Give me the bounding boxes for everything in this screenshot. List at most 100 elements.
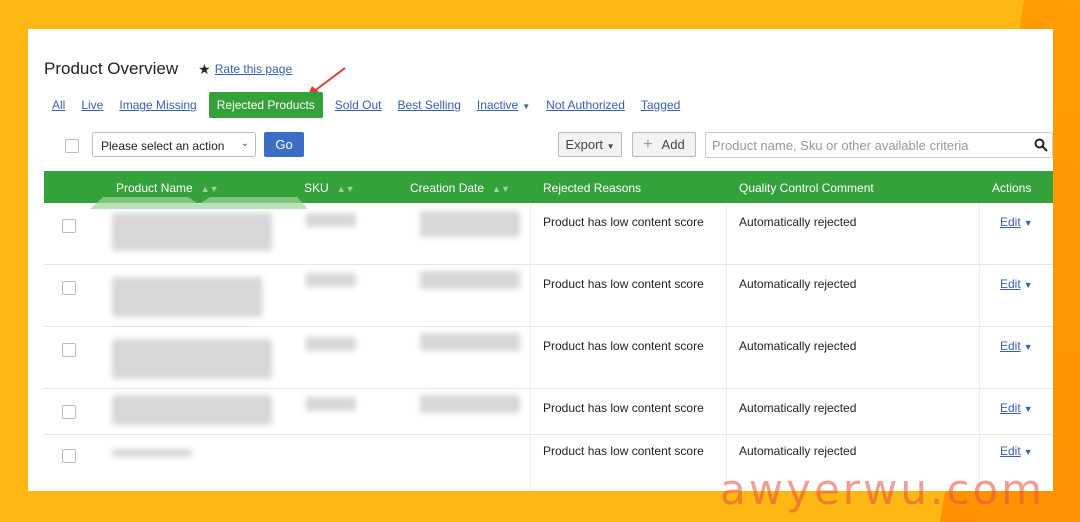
filter-tabs: All Live Image Missing Rejected Products…	[44, 92, 688, 118]
table-header: Product Name ▲▼ SKU ▲▼ Creation Date ▲▼ Rej…	[44, 171, 1053, 203]
divider	[530, 435, 531, 491]
edit-link[interactable]: Edit	[1000, 339, 1021, 353]
divider	[530, 389, 531, 434]
row-checkbox[interactable]	[62, 219, 76, 233]
tab-image-missing[interactable]: Image Missing	[119, 98, 196, 112]
column-creation-date[interactable]: Creation Date ▲▼	[410, 181, 510, 195]
blurred-product-name	[112, 449, 192, 457]
caret-down-icon[interactable]: ▼	[1024, 280, 1033, 290]
qc-comment: Automatically rejected	[739, 401, 857, 415]
edit-action[interactable]: Edit ▼	[1000, 277, 1033, 291]
divider	[530, 203, 531, 264]
column-sku[interactable]: SKU ▲▼	[304, 181, 355, 195]
edit-action[interactable]: Edit ▼	[1000, 339, 1033, 353]
divider	[530, 327, 531, 388]
edit-link[interactable]: Edit	[1000, 444, 1021, 458]
tab-sold-out[interactable]: Sold Out	[335, 98, 382, 112]
caret-down-icon[interactable]: ▼	[1024, 447, 1033, 457]
chevron-down-icon: ⌄	[240, 138, 249, 149]
rejected-reason: Product has low content score	[543, 444, 704, 458]
tab-rejected-products[interactable]: Rejected Products	[208, 92, 323, 118]
search-placeholder: Product name, Sku or other available cri…	[712, 138, 969, 153]
blurred-creation-date	[420, 395, 520, 413]
toolbar: Please select an action ⌄ Go Export ▼ + …	[28, 132, 1053, 160]
divider	[726, 265, 727, 326]
rate-page-link[interactable]: Rate this page	[215, 62, 292, 76]
qc-comment: Automatically rejected	[739, 215, 857, 229]
search-input[interactable]: Product name, Sku or other available cri…	[705, 132, 1053, 158]
bulk-action-value: Please select an action	[101, 139, 225, 153]
rejected-reason: Product has low content score	[543, 339, 704, 353]
caret-down-icon[interactable]: ▼	[1024, 218, 1033, 228]
title-row: Product Overview ★ Rate this page	[44, 59, 292, 79]
add-label: Add	[661, 137, 685, 152]
sort-icon[interactable]: ▲▼	[337, 184, 355, 194]
blurred-creation-date	[420, 211, 520, 237]
blurred-sku	[306, 397, 356, 411]
table-row: Product has low content score Automatica…	[44, 327, 1053, 389]
edit-action[interactable]: Edit ▼	[1000, 401, 1033, 415]
sort-icon[interactable]: ▲▼	[492, 184, 510, 194]
plus-icon: +	[643, 136, 653, 153]
tab-live[interactable]: Live	[81, 98, 103, 112]
row-checkbox[interactable]	[62, 343, 76, 357]
watermark-text: awyerwu.com	[720, 465, 1046, 514]
edit-link[interactable]: Edit	[1000, 215, 1021, 229]
tab-tagged[interactable]: Tagged	[641, 98, 680, 112]
blurred-creation-date	[420, 333, 520, 351]
blurred-product-name	[112, 339, 272, 379]
row-checkbox[interactable]	[62, 449, 76, 463]
rejected-reason: Product has low content score	[543, 277, 704, 291]
blurred-sku	[306, 337, 356, 351]
row-checkbox[interactable]	[62, 281, 76, 295]
caret-down-icon[interactable]: ▼	[1024, 342, 1033, 352]
divider	[979, 203, 980, 264]
select-all-checkbox[interactable]	[65, 139, 79, 153]
star-icon: ★	[198, 60, 211, 77]
qc-comment: Automatically rejected	[739, 277, 857, 291]
column-label: Product Name	[116, 181, 193, 195]
qc-comment: Automatically rejected	[739, 444, 857, 458]
divider	[726, 203, 727, 264]
blurred-creation-date	[420, 271, 520, 289]
rate-page[interactable]: ★ Rate this page	[198, 61, 292, 78]
column-actions: Actions	[992, 181, 1032, 195]
divider	[726, 327, 727, 388]
export-button[interactable]: Export ▼	[558, 132, 622, 157]
caret-down-icon[interactable]: ▼	[1024, 404, 1033, 414]
divider	[726, 389, 727, 434]
blurred-sku	[306, 273, 356, 287]
table-body: Product has low content score Automatica…	[44, 203, 1053, 491]
edit-action[interactable]: Edit ▼	[1000, 444, 1033, 458]
tab-best-selling[interactable]: Best Selling	[398, 98, 461, 112]
tab-inactive[interactable]: Inactive ▼	[477, 98, 530, 112]
bulk-action-select[interactable]: Please select an action ⌄	[92, 132, 256, 157]
tab-all[interactable]: All	[52, 98, 65, 112]
sort-icon[interactable]: ▲▼	[201, 184, 219, 194]
rejected-reason: Product has low content score	[543, 401, 704, 415]
blurred-product-name	[112, 277, 262, 317]
table-row: Product has low content score Automatica…	[44, 265, 1053, 327]
export-label: Export	[565, 137, 604, 152]
rejected-reason: Product has low content score	[543, 215, 704, 229]
divider	[979, 265, 980, 326]
row-checkbox[interactable]	[62, 405, 76, 419]
edit-action[interactable]: Edit ▼	[1000, 215, 1033, 229]
table-row: Product has low content score Automatica…	[44, 203, 1053, 265]
search-icon[interactable]	[1034, 138, 1048, 152]
page-title: Product Overview	[44, 59, 179, 78]
tab-not-authorized[interactable]: Not Authorized	[546, 98, 625, 112]
divider	[979, 327, 980, 388]
table-row: Product has low content score Automatica…	[44, 389, 1053, 435]
product-overview-panel: Product Overview ★ Rate this page All Li…	[28, 29, 1053, 491]
chevron-down-icon: ▼	[522, 102, 531, 111]
column-rejected-reasons: Rejected Reasons	[543, 181, 642, 195]
divider	[530, 265, 531, 326]
column-product-name[interactable]: Product Name ▲▼	[116, 181, 219, 195]
go-button[interactable]: Go	[264, 132, 304, 157]
edit-link[interactable]: Edit	[1000, 277, 1021, 291]
column-quality-control-comment: Quality Control Comment	[739, 181, 874, 195]
edit-link[interactable]: Edit	[1000, 401, 1021, 415]
add-button[interactable]: + Add	[632, 132, 696, 157]
blurred-product-name	[112, 213, 272, 251]
